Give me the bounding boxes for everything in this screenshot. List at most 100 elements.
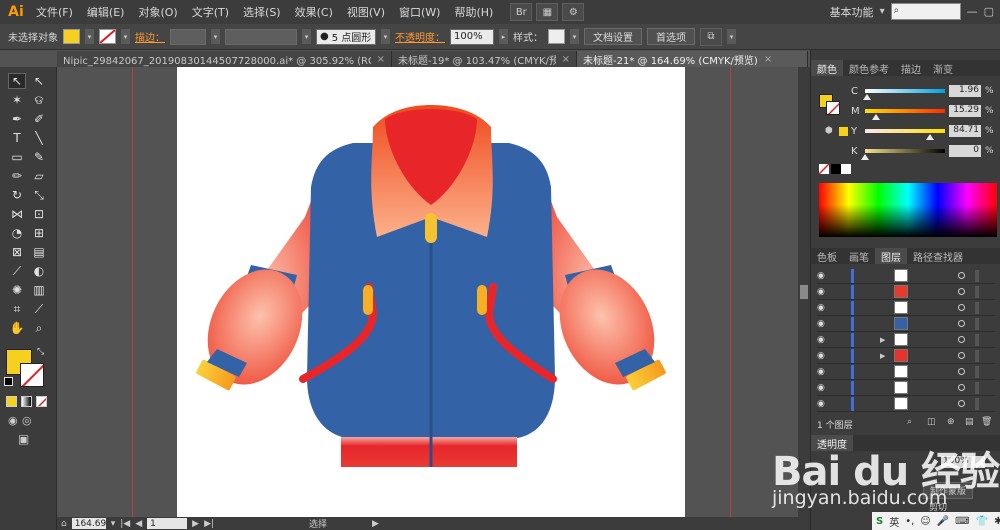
none-swatch[interactable] bbox=[819, 164, 829, 174]
free-transform-tool-icon[interactable]: ⊡ bbox=[30, 206, 48, 222]
jacket-collar[interactable] bbox=[371, 105, 493, 243]
scrollbar-thumb[interactable] bbox=[800, 285, 808, 299]
draw-behind-icon[interactable]: ◎ bbox=[22, 414, 32, 427]
color-panel-tab[interactable]: 颜色参考 bbox=[843, 60, 895, 76]
rotate-tool-icon[interactable]: ↻ bbox=[8, 187, 26, 203]
document-tab[interactable]: 未标题-19* @ 103.47% (CMYK/预… × bbox=[392, 51, 577, 67]
jacket-illustration[interactable] bbox=[177, 67, 685, 517]
ime-emoji-icon[interactable]: ☺ bbox=[920, 516, 930, 527]
visibility-eye-icon[interactable]: ◉ bbox=[817, 367, 831, 377]
width-tool-icon[interactable]: ⋈ bbox=[8, 206, 26, 222]
stroke-swatch-panel[interactable] bbox=[826, 101, 840, 115]
pen-tool-icon[interactable]: ✒ bbox=[8, 111, 26, 127]
gpu-performance-icon[interactable]: ⚙ bbox=[562, 3, 585, 21]
search-input[interactable]: ⌕ bbox=[890, 3, 961, 20]
selection-indicator[interactable] bbox=[975, 285, 979, 298]
selection-indicator[interactable] bbox=[975, 301, 979, 314]
ime-keyboard-icon[interactable]: ⌨ bbox=[955, 516, 969, 527]
selection-indicator[interactable] bbox=[975, 349, 979, 362]
stroke-color-swatch[interactable] bbox=[99, 29, 116, 44]
magic-wand-tool-icon[interactable]: ✶ bbox=[8, 92, 26, 108]
target-circle-icon[interactable] bbox=[958, 368, 965, 375]
close-tab-icon[interactable]: × bbox=[377, 54, 385, 65]
maximize-button[interactable]: ▢ bbox=[984, 5, 994, 18]
channel-value-input[interactable]: 15.29 bbox=[949, 105, 981, 117]
ime-voice-icon[interactable]: 🎤 bbox=[937, 516, 949, 527]
stroke-weight-dropdown[interactable]: ▾ bbox=[211, 29, 220, 44]
none-mode-button[interactable] bbox=[36, 396, 47, 407]
close-tab-icon[interactable]: × bbox=[764, 54, 772, 65]
layers-panel-tab[interactable]: 路径查找器 bbox=[907, 248, 969, 264]
canvas-area[interactable] bbox=[57, 67, 798, 517]
artboard[interactable] bbox=[177, 67, 685, 517]
last-artboard-button[interactable]: ▶| bbox=[204, 519, 214, 529]
layer-row[interactable]: ◉ bbox=[817, 300, 995, 316]
layer-row[interactable]: ◉ bbox=[817, 284, 995, 300]
profile-dropdown[interactable]: ▾ bbox=[302, 29, 311, 44]
curvature-tool-icon[interactable]: ✐ bbox=[30, 111, 48, 127]
channel-value-input[interactable]: 1.96 bbox=[949, 85, 981, 97]
channel-slider[interactable] bbox=[865, 109, 945, 120]
color-panel-tab[interactable]: 描边 bbox=[895, 60, 927, 76]
align-options-icon[interactable]: ⧉ bbox=[700, 27, 722, 46]
black-swatch[interactable] bbox=[831, 164, 841, 174]
rectangle-tool-icon[interactable]: ▭ bbox=[8, 149, 26, 165]
opacity-dropdown[interactable]: ▸ bbox=[499, 29, 508, 44]
target-circle-icon[interactable] bbox=[958, 384, 965, 391]
visibility-eye-icon[interactable]: ◉ bbox=[817, 351, 831, 361]
hand-tool-icon[interactable]: ✋ bbox=[8, 320, 26, 336]
workspace-switcher[interactable]: 基本功能 bbox=[830, 4, 874, 20]
layer-row[interactable]: ◉ bbox=[817, 316, 995, 332]
visibility-eye-icon[interactable]: ◉ bbox=[817, 335, 831, 345]
pencil-tool-icon[interactable]: ✏ bbox=[8, 168, 26, 184]
layers-panel-tab[interactable]: 色板 bbox=[811, 248, 843, 264]
previous-artboard-button[interactable]: ◀ bbox=[135, 519, 142, 529]
lasso-tool-icon[interactable]: ଡ bbox=[30, 92, 48, 108]
mesh-tool-icon[interactable]: ⊠ bbox=[8, 244, 26, 260]
blend-tool-icon[interactable]: ◐ bbox=[30, 263, 48, 279]
default-colors-icon[interactable] bbox=[4, 377, 13, 386]
eraser-tool-icon[interactable]: ▱ bbox=[30, 168, 48, 184]
channel-slider[interactable] bbox=[865, 129, 945, 140]
target-circle-icon[interactable] bbox=[958, 336, 965, 343]
stroke-label[interactable]: 描边： bbox=[135, 29, 165, 44]
document-setup-button[interactable]: 文档设置 bbox=[584, 28, 642, 45]
paintbrush-tool-icon[interactable]: ✎ bbox=[30, 149, 48, 165]
swap-fill-stroke-icon[interactable]: ⤡ bbox=[37, 347, 44, 357]
ime-language-toggle[interactable]: 英 bbox=[889, 514, 899, 529]
selection-tool-icon[interactable]: ↖ bbox=[8, 73, 26, 89]
menu-item[interactable]: 窗口(W) bbox=[392, 4, 447, 20]
channel-value-input[interactable]: 84.71 bbox=[949, 125, 981, 137]
visibility-eye-icon[interactable]: ◉ bbox=[817, 319, 831, 329]
menu-item[interactable]: 文件(F) bbox=[29, 4, 80, 20]
shape-builder-tool-icon[interactable]: ◔ bbox=[8, 225, 26, 241]
expand-arrow-icon[interactable]: ▶ bbox=[880, 352, 894, 360]
opacity-label[interactable]: 不透明度： bbox=[395, 29, 445, 44]
channel-slider[interactable] bbox=[862, 89, 945, 100]
left-sleeve[interactable] bbox=[190, 185, 327, 400]
slider-knob[interactable] bbox=[872, 114, 881, 120]
menu-item[interactable]: 效果(C) bbox=[288, 4, 340, 20]
column-graph-tool-icon[interactable]: ▥ bbox=[30, 282, 48, 298]
stroke-dropdown[interactable]: ▾ bbox=[121, 29, 130, 44]
right-sleeve[interactable] bbox=[535, 185, 672, 400]
graphic-style-swatch[interactable] bbox=[548, 29, 565, 44]
menu-item[interactable]: 对象(O) bbox=[131, 4, 184, 20]
target-circle-icon[interactable] bbox=[958, 288, 965, 295]
color-panel-tab[interactable]: 颜色 bbox=[811, 60, 843, 76]
color-mode-button[interactable] bbox=[6, 396, 17, 407]
out-of-gamut-icon[interactable]: ⬢ bbox=[825, 126, 833, 136]
menu-item[interactable]: 帮助(H) bbox=[447, 4, 500, 20]
selection-indicator[interactable] bbox=[975, 333, 979, 346]
stroke-swatch-large[interactable] bbox=[20, 363, 44, 387]
brush-dropdown[interactable]: ▾ bbox=[381, 29, 390, 44]
stroke-weight-field[interactable] bbox=[170, 28, 206, 45]
next-artboard-button[interactable]: ▶ bbox=[192, 519, 199, 529]
visibility-eye-icon[interactable]: ◉ bbox=[817, 271, 831, 281]
document-tab[interactable]: Nipic_29842067_20190830144507728000.ai* … bbox=[57, 51, 392, 67]
slider-knob[interactable] bbox=[861, 154, 869, 160]
direct-selection-tool-icon[interactable]: ↖ bbox=[30, 73, 48, 89]
workspace-chevron-down-icon[interactable]: ▾ bbox=[880, 6, 885, 17]
zoom-level-field[interactable]: 164.69 bbox=[71, 518, 106, 529]
artboard-tool-icon[interactable]: ⌗ bbox=[8, 301, 26, 317]
